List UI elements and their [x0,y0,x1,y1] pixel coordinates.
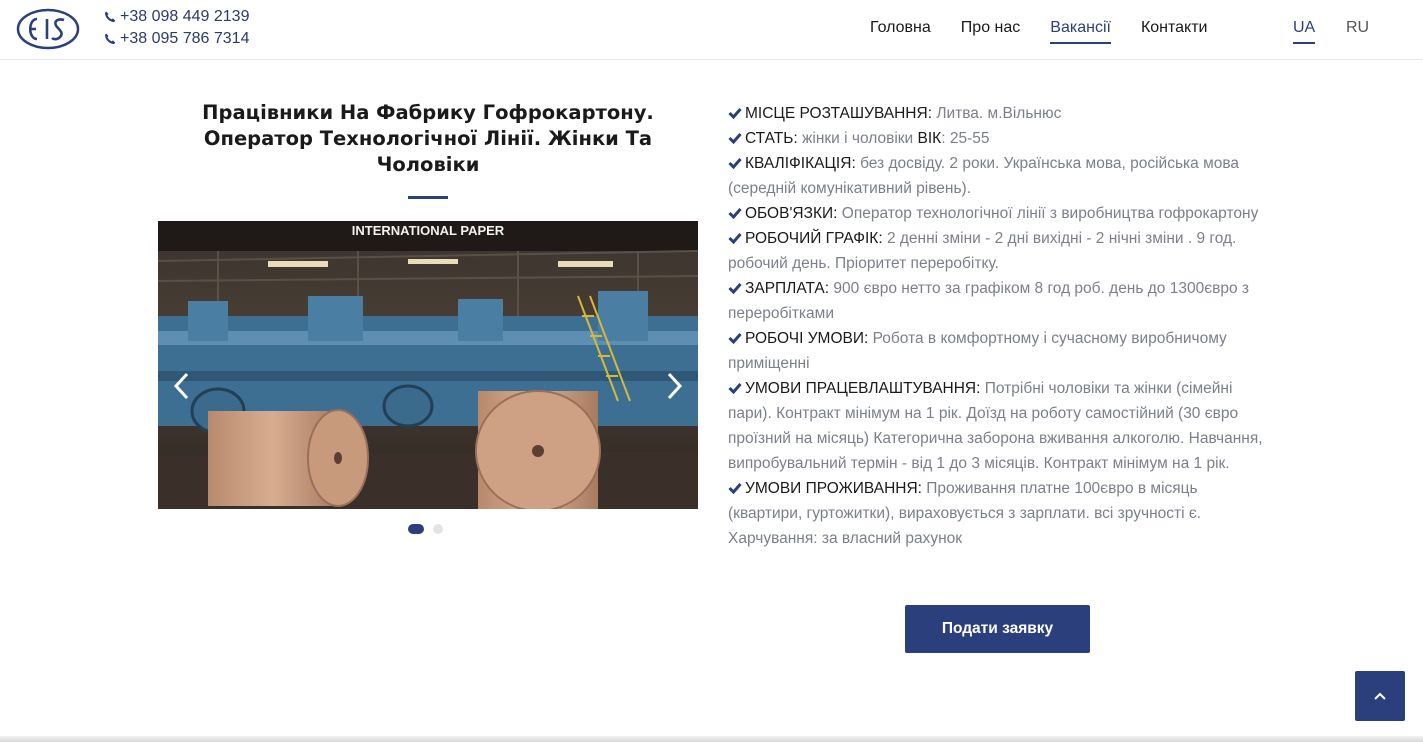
detail-label: МІСЦЕ РОЗТАШУВАННЯ [745,105,928,122]
phone-number: +38 095 786 7314 [120,30,250,47]
detail-value: 25-55 [949,130,990,147]
carousel-dot-1[interactable] [408,524,424,534]
check-icon [728,158,742,169]
detail-employment: УМОВИ ПРАЦЕВЛАШТУВАННЯ: Потрібні чоловік… [728,380,1263,472]
page-bottom-edge [0,736,1423,742]
phone-number: +38 098 449 2139 [120,8,250,25]
nav-vacancies[interactable]: Вакансії [1050,18,1111,44]
detail-value: Литва. м.Вільнюс [936,105,1062,122]
title-divider [408,196,448,199]
chevron-left-icon[interactable] [172,371,192,401]
nav-contacts[interactable]: Контакти [1141,18,1208,44]
site-header: +38 098 449 2139 +38 095 786 7314 Головн… [0,0,1423,60]
phone-link[interactable]: +38 098 449 2139 [104,6,249,28]
lang-ru[interactable]: RU [1346,18,1369,44]
detail-label: УМОВИ ПРАЦЕВЛАШТУВАННЯ [745,380,977,397]
main-nav: Головна Про нас Вакансії Контакти [870,18,1237,44]
chevron-up-icon [1374,692,1386,700]
check-icon [728,283,742,294]
detail-label: ВІК [917,130,942,147]
detail-label: СТАТЬ [745,130,794,147]
phone-list: +38 098 449 2139 +38 095 786 7314 [104,6,249,50]
detail-value: жінки і чоловіки [802,130,914,147]
phone-icon [104,11,116,22]
phone-link[interactable]: +38 095 786 7314 [104,28,249,50]
detail-schedule: РОБОЧИЙ ГРАФІК: 2 денні зміни - 2 дні ви… [728,230,1237,272]
detail-location: МІСЦЕ РОЗТАШУВАННЯ: Литва. м.Вільнюс [728,101,1273,126]
job-title: Працівники На Фабрику Гофрокартону. Опер… [202,101,654,176]
nav-home[interactable]: Головна [870,18,931,44]
check-icon [728,483,742,494]
check-icon [728,108,742,119]
check-icon [728,208,742,219]
detail-label: КВАЛІФІКАЦІЯ [745,155,852,172]
carousel-dot-2[interactable] [433,524,443,534]
check-icon [728,133,742,144]
apply-button[interactable]: Подати заявку [905,605,1090,653]
detail-label: УМОВИ ПРОЖИВАННЯ [745,480,918,497]
detail-duties: ОБОВ'ЯЗКИ: Оператор технологічної лінії … [728,201,1273,226]
image-caption: INTERNATIONAL PAPER [352,223,505,238]
eis-logo[interactable] [16,8,80,50]
carousel-indicators [408,524,452,534]
chevron-right-icon[interactable] [664,371,684,401]
detail-label: РОБОЧИЙ ГРАФІК [745,230,879,247]
detail-conditions: РОБОЧІ УМОВИ: Робота в комфортному і суч… [728,330,1227,372]
check-icon [728,383,742,394]
detail-label: ЗАРПЛАТА [745,280,825,297]
detail-label: ОБОВ'ЯЗКИ [745,205,834,222]
job-details: МІСЦЕ РОЗТАШУВАННЯ: Литва. м.Вільнюс СТА… [728,101,1273,551]
detail-qualification: КВАЛІФІКАЦІЯ: без досвіду. 2 роки. Украї… [728,155,1240,197]
detail-gender-age: СТАТЬ: жінки і чоловіки ВІК: 25-55 [728,126,1273,151]
detail-value: Оператор технологічної лінії з виробницт… [841,205,1259,222]
phone-icon [104,33,116,44]
lang-ua[interactable]: UA [1293,18,1316,44]
factory-photo: INTERNATIONAL PAPER [158,221,698,509]
check-icon [728,333,742,344]
nav-about[interactable]: Про нас [961,18,1020,44]
detail-housing: УМОВИ ПРОЖИВАННЯ: Проживання платне 100є… [728,480,1202,547]
detail-label: РОБОЧІ УМОВИ [745,330,865,347]
detail-salary: ЗАРПЛАТА: 900 євро нетто за графіком 8 г… [728,280,1249,322]
scroll-to-top-button[interactable] [1355,671,1405,721]
check-icon [728,233,742,244]
job-image-carousel[interactable]: INTERNATIONAL PAPER [158,221,698,509]
